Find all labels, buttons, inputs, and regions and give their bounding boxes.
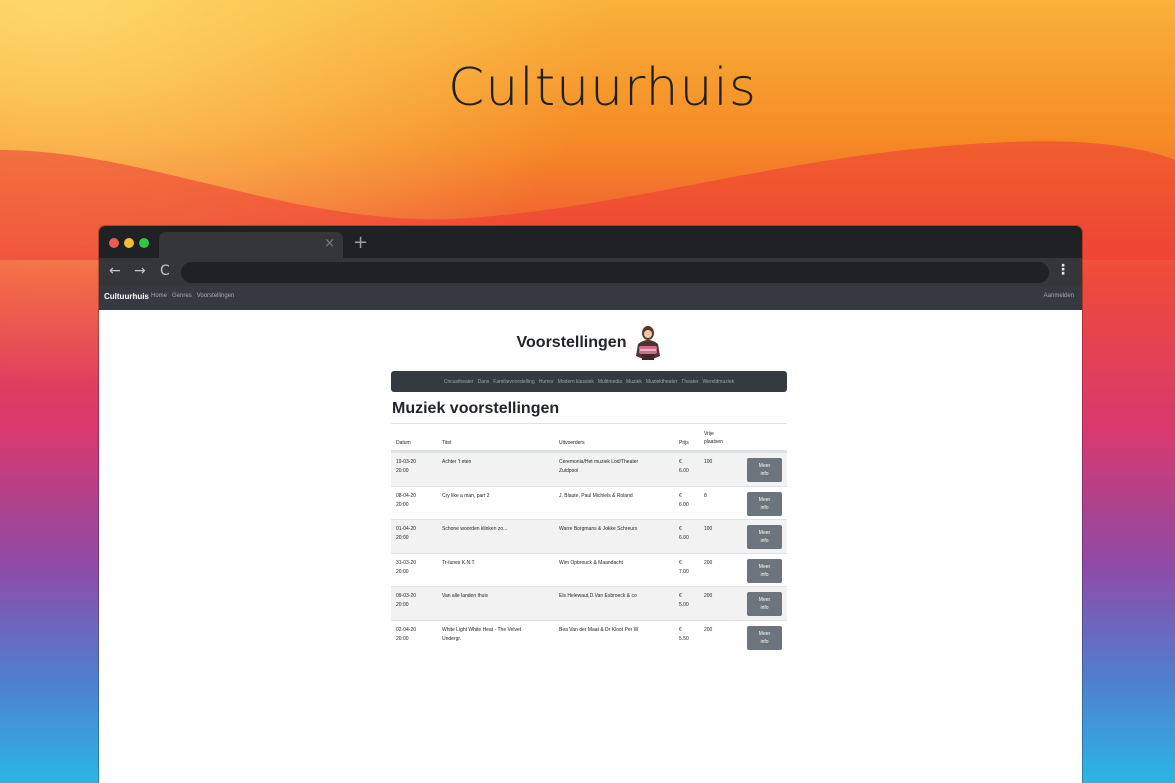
- row-performers: Els Helewaut,D.Van Esbroeck & co: [559, 593, 637, 599]
- more-info-button[interactable]: Meer info: [747, 458, 782, 482]
- row-title: White Light White Heat - The Velvet Under…: [442, 626, 522, 642]
- table-row: 31-03-20 20:00 Tr-tunes K.N.T. Wim Opbrou…: [391, 552, 787, 587]
- genre-link-familievoorstelling[interactable]: Familievoorstelling: [493, 379, 534, 385]
- performances-table: Datum Titel Uitvoerders Prijs Vrije plaat…: [391, 423, 787, 653]
- more-info-button[interactable]: Meer info: [747, 592, 782, 616]
- row-price: €6.00: [679, 492, 689, 508]
- row-title: Achter 't eten: [442, 459, 472, 465]
- mascot-logo: [636, 326, 661, 360]
- row-date: 01-04-20 20:00: [396, 526, 417, 541]
- more-info-button[interactable]: Meer info: [747, 558, 782, 583]
- back-arrow-icon[interactable]: ←: [109, 263, 121, 279]
- row-seats: 200: [704, 626, 713, 633]
- site-brand[interactable]: Cultuurhuis: [104, 292, 149, 301]
- window-close-dot[interactable]: [109, 238, 119, 248]
- genre-link-circustheater[interactable]: Circustheater: [444, 379, 474, 385]
- section-title: Muziek voorstellingen: [392, 400, 560, 417]
- nav-link-voorstellingen[interactable]: Voorstellingen: [197, 293, 235, 299]
- row-seats: 100: [704, 526, 713, 532]
- row-date: 31-03-20 20:00: [396, 559, 417, 575]
- reload-icon[interactable]: C: [160, 263, 170, 279]
- login-link[interactable]: Aanmelden: [1044, 293, 1074, 299]
- site-navbar: Cultuurhuis Home Genres Voorstellingen A…: [99, 286, 1082, 310]
- row-price: €5.00: [679, 593, 689, 608]
- row-date: 19-03-20 20:00: [396, 459, 417, 474]
- genre-link-humor[interactable]: Humor: [539, 379, 554, 385]
- header-performers: Uitvoerders: [559, 440, 585, 446]
- row-performers: Ceremonia/Het muziek Lod/Theater Zuidpool: [559, 459, 639, 474]
- row-price: €6.00: [679, 526, 689, 541]
- genre-menu: Circustheater Dans Familievoorstelling H…: [391, 371, 787, 392]
- site-nav-links: Home Genres Voorstellingen: [151, 293, 234, 299]
- row-price: €5.50: [679, 626, 689, 642]
- table-row: 19-03-20 20:00 Achter 't eten Ceremonia/H…: [391, 452, 787, 486]
- header-date: Datum: [396, 440, 411, 446]
- forward-arrow-icon[interactable]: →: [134, 263, 146, 279]
- table-row: 02-04-20 20:00 White Light White Heat - T…: [391, 619, 787, 654]
- new-tab-icon[interactable]: +: [353, 232, 368, 253]
- address-bar[interactable]: [181, 262, 1049, 283]
- page-content: Voorstellingen Circustheater Dans Famili…: [99, 310, 1082, 783]
- genre-link-modern-klassiek[interactable]: Modern klassiek: [558, 379, 594, 385]
- more-info-button[interactable]: Meer info: [747, 525, 782, 549]
- row-price: €6.00: [679, 459, 689, 474]
- table-row: 09-03-20 20:00 Van alle landen thuis Els …: [391, 586, 787, 620]
- table-row: 08-04-20 20:00 Cry like a man, part 2 J. …: [391, 485, 787, 520]
- row-title: Van alle landen thuis: [442, 593, 489, 599]
- genre-link-dans[interactable]: Dans: [478, 379, 490, 385]
- table-row: 01-04-20 20:00 Schone woorden klinken zo.…: [391, 519, 787, 553]
- header-title: Titel: [442, 440, 452, 446]
- row-seats: 100: [704, 459, 713, 465]
- row-performers: Warre Borgmans & Jokke Schreurs: [559, 526, 638, 532]
- row-title: Tr-tunes K.N.T.: [442, 559, 476, 566]
- row-date: 09-03-20 20:00: [396, 593, 417, 608]
- table-header: Datum Titel Uitvoerders Prijs Vrije plaat…: [391, 424, 787, 452]
- genre-link-muziektheater[interactable]: Muziektheater: [646, 379, 677, 385]
- row-seats: 8: [704, 492, 707, 499]
- tab-close-icon[interactable]: ×: [324, 236, 335, 251]
- browser-menu-icon[interactable]: ⋮: [1056, 262, 1070, 278]
- row-title: Cry like a man, part 2: [442, 492, 490, 499]
- page-heading: Voorstellingen: [99, 324, 1082, 362]
- row-price: €7.00: [679, 559, 689, 575]
- nav-link-home[interactable]: Home: [151, 293, 167, 299]
- page-title: Voorstellingen: [516, 334, 627, 351]
- browser-tab[interactable]: ×: [159, 232, 343, 258]
- row-performers: Bea Van der Maat & Dr Kloot Per W: [559, 626, 639, 633]
- row-date: 02-04-20 20:00: [396, 626, 417, 642]
- more-info-button[interactable]: Meer info: [747, 491, 782, 516]
- window-minimize-dot[interactable]: [124, 238, 134, 248]
- row-seats: 200: [704, 559, 713, 566]
- nav-link-genres[interactable]: Genres: [172, 293, 192, 299]
- genre-link-theater[interactable]: Theater: [681, 379, 698, 385]
- row-performers: Wim Opbrouck & Maandacht: [559, 559, 623, 566]
- row-performers: J. Blaute, Paul Michiels & Roland: [559, 492, 633, 499]
- row-title: Schone woorden klinken zo...: [442, 526, 508, 532]
- browser-window: × + ← → C ⋮ Cultuurhuis Home Genres Voor…: [99, 226, 1082, 783]
- browser-toolbar: ← → C ⋮: [99, 258, 1082, 286]
- more-info-button[interactable]: Meer info: [747, 625, 782, 650]
- window-maximize-dot[interactable]: [139, 238, 149, 248]
- header-price: Prijs: [679, 440, 689, 446]
- genre-link-multimedia[interactable]: Multimedia: [598, 379, 622, 385]
- genre-link-muziek[interactable]: Muziek: [626, 379, 642, 385]
- row-date: 08-04-20 20:00: [396, 492, 417, 508]
- hero-title: Cultuurhuis: [448, 58, 757, 118]
- browser-tab-bar: × +: [99, 226, 1082, 258]
- header-seats: Vrije plaatsen: [704, 431, 723, 445]
- row-seats: 200: [704, 593, 713, 599]
- genre-link-wereldmuziek[interactable]: Wereldmuziek: [703, 379, 735, 385]
